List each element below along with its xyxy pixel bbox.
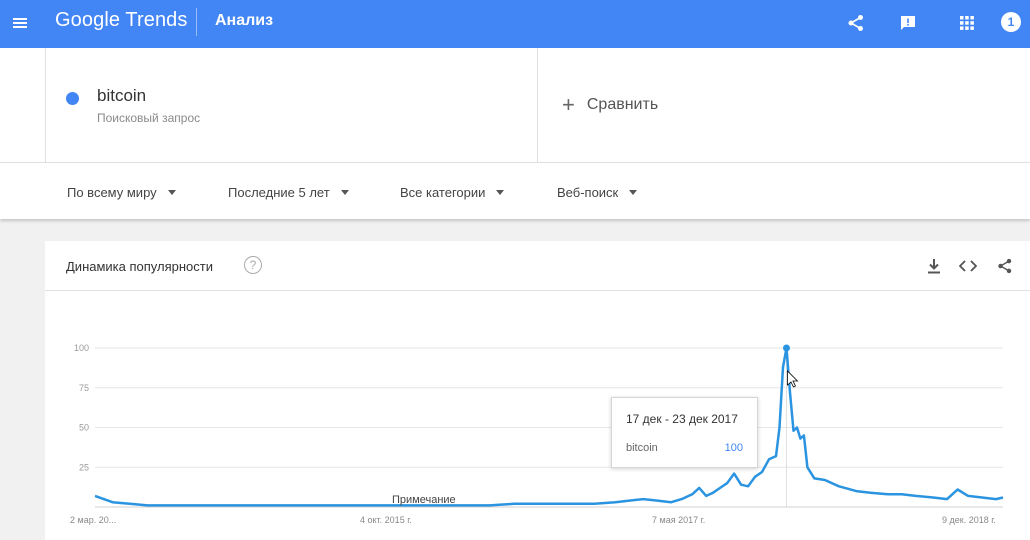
google-trends-logo[interactable]: Google Trends [55,9,188,32]
tooltip-date-range: 17 дек - 23 дек 2017 [626,412,738,426]
dropdown-caret-icon [340,190,349,195]
region-filter[interactable]: По всему миру [67,185,176,200]
dropdown-caret-icon [629,190,638,195]
feedback-icon[interactable] [895,10,921,36]
tooltip-term: bitcoin [626,442,658,454]
top-app-bar: Google Trends Анализ 1 [0,0,1030,48]
interest-over-time-card: Динамика популярности ? 25 50 75 100 2 мар. … [45,241,1030,540]
header-divider [196,8,197,36]
dropdown-caret-icon [167,190,176,195]
y-tick-label: 25 [79,462,89,472]
share-icon[interactable] [843,10,869,36]
interest-line-chart[interactable]: 25 50 75 100 2 мар. 20... 4 окт. 2015 г. 7 мая… [45,241,1030,540]
search-type-filter[interactable]: Веб-поиск [557,185,638,200]
y-tick-label: 100 [74,343,89,353]
account-avatar[interactable]: 1 [1001,12,1021,32]
highlight-point [782,344,790,352]
x-tick-label: 7 мая 2017 г. [652,515,705,525]
period-filter[interactable]: Последние 5 лет [228,185,349,200]
x-tick-label: 9 дек. 2018 г. [942,515,996,525]
search-type-filter-label: Веб-поиск [557,185,619,200]
page-title: Анализ [215,12,274,29]
category-filter-label: Все категории [400,185,486,200]
search-terms-bar: bitcoin Поисковый запрос + Сравнить [0,48,1030,162]
term-type: Поисковый запрос [97,111,201,125]
compare-label: Сравнить [586,96,659,113]
search-term-card[interactable]: bitcoin Поисковый запрос [45,48,538,162]
period-filter-label: Последние 5 лет [228,185,330,200]
chart-tooltip: 17 дек - 23 дек 2017 bitcoin 100 [611,397,758,468]
x-tick-label: 4 окт. 2015 г. [360,515,412,525]
compare-button[interactable]: + Сравнить [562,92,659,117]
term-name[interactable]: bitcoin [97,86,146,106]
tooltip-value: 100 [724,442,743,454]
plus-icon: + [562,92,575,117]
x-tick-label: 2 мар. 20... [70,515,116,525]
filter-bar: По всему миру Последние 5 лет Все катего… [0,162,1030,219]
chart-note-label: Примечание [392,494,456,506]
region-filter-label: По всему миру [67,185,157,200]
apps-grid-icon[interactable] [954,10,980,36]
y-tick-label: 50 [79,423,89,433]
dropdown-caret-icon [496,190,505,195]
menu-icon[interactable] [10,11,34,35]
category-filter[interactable]: Все категории [400,185,505,200]
series-line-bitcoin [94,346,1004,507]
y-tick-label: 75 [79,383,89,393]
term-color-dot [66,92,79,105]
